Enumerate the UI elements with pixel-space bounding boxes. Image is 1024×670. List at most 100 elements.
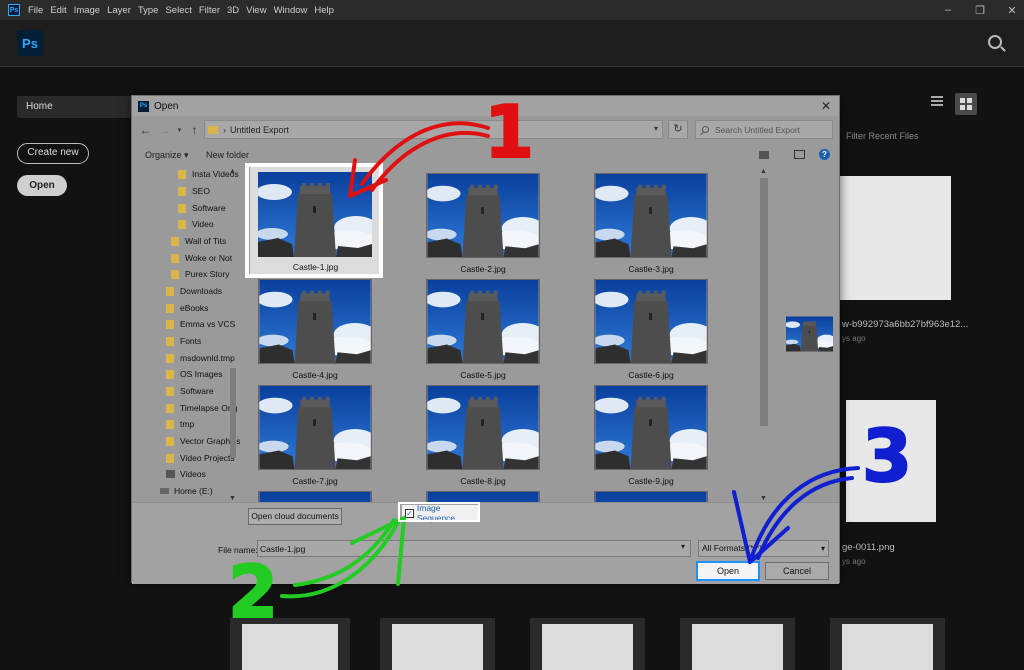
tree-item[interactable]: Home (E:) (160, 486, 213, 496)
file-thumbnail (594, 279, 708, 364)
list-view-icon[interactable] (931, 96, 943, 108)
menu-help[interactable]: Help (314, 5, 334, 16)
file-tile-selected[interactable]: Castle-1.jpg (250, 167, 381, 278)
file-tile[interactable]: Castle-5.jpg (426, 279, 540, 380)
recent-file-card[interactable] (380, 618, 495, 670)
file-tile[interactable]: Castle-2.jpg (426, 173, 540, 274)
tree-item[interactable]: SEO (178, 186, 210, 196)
minimize-icon[interactable]: – (942, 4, 954, 16)
forward-arrow-icon[interactable]: → (157, 123, 172, 137)
tree-item[interactable]: Fonts (166, 336, 201, 346)
search-box[interactable] (695, 120, 833, 139)
tree-scrollbar[interactable]: ▲ ▼ (229, 168, 237, 502)
tree-item[interactable]: Downloads (166, 286, 222, 296)
file-tile[interactable]: Castle-8.jpg (426, 385, 540, 486)
tree-item[interactable]: eBooks (166, 303, 208, 313)
tree-item[interactable]: msdownld.tmp (166, 353, 235, 363)
file-tile[interactable]: Castle-4.jpg (258, 279, 372, 380)
tree-item[interactable]: Software (166, 386, 214, 396)
maximize-icon[interactable]: ❐ (974, 4, 986, 17)
folder-icon (171, 236, 179, 246)
file-thumbnail (426, 279, 540, 364)
menu-file[interactable]: File (28, 5, 43, 16)
menu-image[interactable]: Image (74, 5, 100, 16)
recent-file-card[interactable] (680, 618, 795, 670)
search-input[interactable] (715, 124, 825, 135)
file-name: Castle-7.jpg (292, 476, 338, 486)
menu-edit[interactable]: Edit (50, 5, 66, 16)
open-button[interactable]: Open (696, 561, 760, 581)
scrollbar-thumb[interactable] (230, 368, 236, 458)
up-arrow-icon[interactable]: ↑ (187, 123, 202, 137)
tree-item[interactable]: Wall of Tits (171, 236, 226, 246)
file-name: Castle-9.jpg (628, 476, 674, 486)
refresh-icon[interactable]: ↻ (668, 120, 688, 139)
file-tile[interactable]: Castle-9.jpg (594, 385, 708, 486)
chevron-down-icon[interactable]: ▾ (681, 542, 685, 551)
tree-item[interactable]: OS Images (166, 369, 223, 379)
organize-menu[interactable]: Organize ▾ (145, 150, 189, 161)
change-view-icon[interactable] (759, 151, 769, 159)
home-tab[interactable]: Home (17, 96, 137, 118)
grid-view-icon[interactable] (955, 93, 977, 115)
menu-layer[interactable]: Layer (107, 5, 131, 16)
menu-view[interactable]: View (246, 5, 266, 16)
new-folder-button[interactable]: New folder (206, 150, 249, 160)
tree-item[interactable]: Emma vs VCS (166, 319, 235, 329)
folder-icon (166, 436, 174, 446)
file-type-select[interactable]: All Formats (*.*) ▾ (698, 540, 829, 557)
file-grid-scrollbar[interactable]: ▲ ▼ (759, 168, 769, 502)
chevron-right-icon: › (223, 124, 226, 135)
menu-type[interactable]: Type (138, 5, 159, 16)
open-button-home[interactable]: Open (17, 175, 67, 196)
recent-file-card[interactable] (830, 618, 945, 670)
tree-item[interactable]: Video Projects (166, 453, 235, 463)
file-tile[interactable]: Castle-7.jpg (258, 385, 372, 486)
tree-item[interactable]: Purex Story (171, 269, 229, 279)
tree-item[interactable]: Woke or Not (171, 253, 232, 263)
tree-item[interactable]: Software (178, 203, 226, 213)
search-icon[interactable] (988, 35, 1002, 49)
folder-icon (166, 319, 174, 329)
open-cloud-documents-button[interactable]: Open cloud documents (248, 508, 342, 525)
search-icon (702, 126, 709, 133)
recent-file-card[interactable] (530, 618, 645, 670)
close-icon[interactable]: ✕ (821, 99, 831, 113)
file-name-input[interactable] (257, 540, 691, 557)
tree-item[interactable]: tmp (166, 419, 194, 429)
help-icon[interactable]: ? (819, 149, 830, 160)
close-icon[interactable]: ✕ (1006, 4, 1018, 17)
tree-item[interactable]: Video (178, 219, 214, 229)
cancel-button[interactable]: Cancel (765, 562, 829, 580)
menu-select[interactable]: Select (165, 5, 191, 16)
preview-pane-icon[interactable] (794, 150, 805, 159)
file-tile[interactable]: Castle-3.jpg (594, 173, 708, 274)
back-arrow-icon[interactable]: ← (138, 123, 153, 137)
menu-window[interactable]: Window (274, 5, 308, 16)
create-new-button[interactable]: Create new (17, 143, 89, 164)
image-sequence-checkbox[interactable]: ✓ Image Sequence (402, 503, 480, 523)
menu-3d[interactable]: 3D (227, 5, 239, 16)
folder-icon (171, 269, 179, 279)
filter-recent-files[interactable]: Filter Recent Files (846, 131, 919, 141)
scrollbar-thumb[interactable] (760, 178, 768, 426)
chevron-down-icon[interactable]: ▼ (229, 495, 236, 502)
file-tile[interactable] (426, 491, 540, 502)
menu-filter[interactable]: Filter (199, 5, 220, 16)
chevron-down-icon[interactable]: ▾ (654, 124, 658, 133)
video-folder-icon (166, 470, 175, 478)
file-tile[interactable] (258, 491, 372, 502)
file-tile[interactable] (594, 491, 708, 502)
recent-file-thumb[interactable] (838, 176, 951, 300)
chevron-up-icon[interactable]: ▲ (760, 168, 767, 175)
file-tile[interactable]: Castle-6.jpg (594, 279, 708, 380)
folder-icon (166, 369, 174, 379)
address-bar[interactable]: › Untitled Export ▾ (204, 120, 663, 139)
file-thumbnail (426, 173, 540, 258)
tree-item[interactable]: Videos (166, 469, 206, 479)
chevron-up-icon[interactable]: ▲ (229, 168, 236, 175)
chevron-down-icon[interactable]: ▼ (760, 495, 767, 502)
recent-locations-icon[interactable]: ▾ (172, 126, 187, 134)
tree-item[interactable]: Timelapse Orig (166, 403, 237, 413)
drive-icon (160, 488, 169, 494)
